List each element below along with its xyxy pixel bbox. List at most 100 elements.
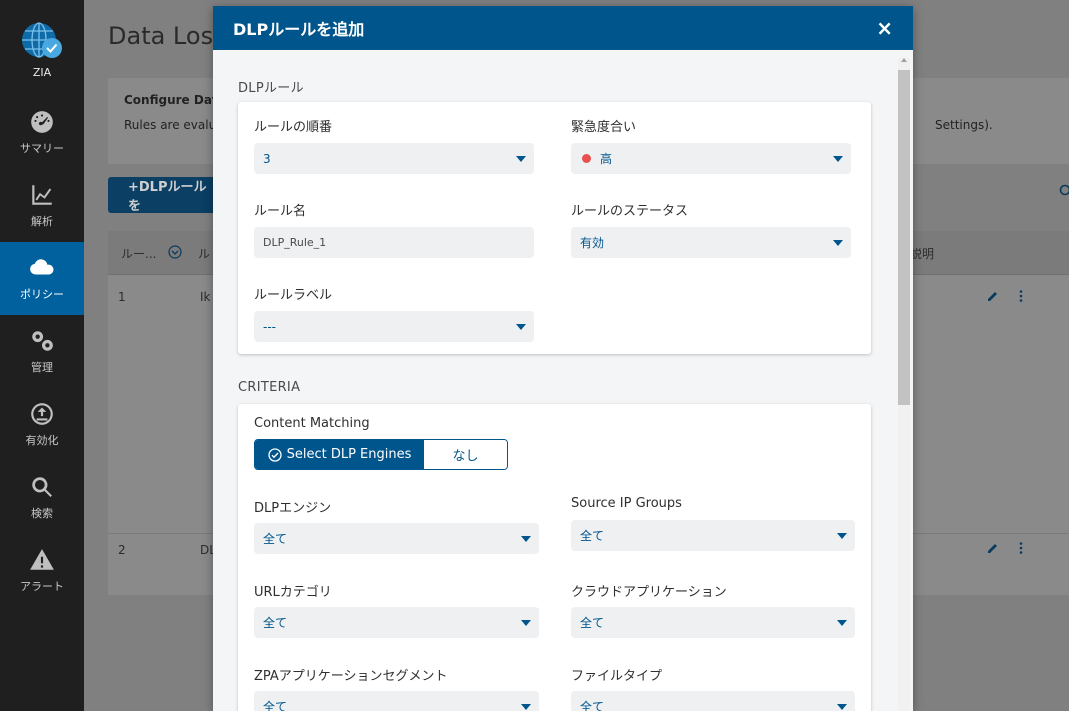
- row-number: 1: [118, 290, 126, 304]
- modal-body: DLPルール ルールの順番 3 緊急度合い 高 ルール名 DLP_Rule_1 …: [213, 50, 913, 711]
- info-text: Rules are evalu: [124, 118, 217, 132]
- url-category-select[interactable]: 全て: [254, 607, 539, 638]
- nav-item-summary[interactable]: サマリー: [0, 96, 84, 169]
- criteria-card: Content Matching Select DLP Engines なし D…: [238, 404, 871, 711]
- cloud-app-label: クラウドアプリケーション: [571, 585, 727, 600]
- modal-title: DLPルールを追加: [233, 20, 365, 39]
- logo-label: ZIA: [32, 65, 52, 79]
- nav-item-search[interactable]: 検索: [0, 461, 84, 534]
- zpa-segment-value: 全て: [263, 700, 288, 711]
- globe-check-icon: [22, 21, 62, 58]
- column-description[interactable]: 説明: [910, 245, 934, 262]
- add-dlp-rule-modal: DLPルールを追加 × DLPルール ルールの順番 3 緊急度合い 高 ルール名…: [213, 6, 913, 711]
- close-icon[interactable]: ×: [876, 16, 893, 40]
- caret-down-icon: [521, 620, 531, 626]
- rule-status-value: 有効: [580, 236, 605, 250]
- cloud-app-select[interactable]: 全て: [571, 607, 855, 638]
- warning-icon: [30, 549, 54, 570]
- rule-name-label: ルール名: [254, 204, 307, 219]
- scrollbar[interactable]: [898, 58, 910, 711]
- dlp-engine-select[interactable]: 全て: [254, 523, 539, 554]
- rule-order-label: ルールの順番: [254, 120, 333, 135]
- nav-label: 解析: [31, 215, 53, 228]
- nav-label: 検索: [31, 507, 53, 520]
- url-category-label: URLカテゴリ: [254, 585, 332, 600]
- severity-value: 高: [600, 152, 613, 166]
- more-icon[interactable]: [1014, 541, 1028, 555]
- caret-down-icon: [521, 704, 531, 710]
- scroll-up-icon[interactable]: [901, 58, 907, 62]
- dlp-engine-label: DLPエンジン: [254, 501, 332, 516]
- caret-down-icon: [837, 620, 847, 626]
- row-actions: [986, 541, 1028, 555]
- search-icon[interactable]: [1059, 184, 1069, 198]
- file-type-select[interactable]: 全て: [571, 691, 855, 711]
- upload-icon: [31, 403, 53, 425]
- none-option[interactable]: なし: [424, 440, 507, 469]
- caret-down-icon: [833, 156, 843, 162]
- zpa-segment-select[interactable]: 全て: [254, 691, 539, 711]
- severity-select[interactable]: 高: [571, 143, 851, 174]
- select-dlp-engines-option[interactable]: Select DLP Engines: [255, 440, 424, 469]
- section-title-dlp-rule: DLPルール: [238, 81, 304, 96]
- nav-label: アラート: [20, 580, 64, 593]
- file-type-label: ファイルタイプ: [571, 669, 663, 684]
- chart-icon: [32, 185, 52, 205]
- source-ip-groups-label: Source IP Groups: [571, 496, 682, 511]
- more-icon[interactable]: [1014, 289, 1028, 303]
- modal-header: DLPルールを追加 ×: [213, 6, 913, 50]
- rule-label-value: ---: [263, 319, 276, 334]
- source-ip-groups-select[interactable]: 全て: [571, 520, 855, 551]
- add-dlp-rule-button[interactable]: +DLPルールを: [108, 177, 218, 214]
- column-name[interactable]: ル: [198, 245, 210, 262]
- zia-logo[interactable]: ZIA: [0, 0, 84, 96]
- section-title-criteria: CRITERIA: [238, 380, 301, 395]
- nav-label: 有効化: [25, 434, 59, 447]
- rule-name-input[interactable]: DLP_Rule_1: [254, 227, 534, 258]
- url-category-value: 全て: [263, 616, 288, 630]
- zpa-segment-label: ZPAアプリケーションセグメント: [254, 669, 448, 684]
- row-name: Ik: [200, 290, 211, 304]
- nav-item-alerts[interactable]: アラート: [0, 534, 84, 607]
- severity-dot-icon: [582, 154, 591, 163]
- cloud-app-value: 全て: [580, 616, 605, 630]
- nav-label: 管理: [31, 361, 53, 374]
- nav-item-admin[interactable]: 管理: [0, 315, 84, 388]
- rule-name-value: DLP_Rule_1: [263, 236, 327, 249]
- chevron-down-icon[interactable]: [168, 245, 182, 259]
- content-matching-toggle: Select DLP Engines なし: [254, 439, 508, 470]
- file-type-value: 全て: [580, 700, 605, 711]
- gears-icon: [32, 331, 53, 351]
- nav-item-policy[interactable]: ポリシー: [0, 242, 84, 315]
- rule-label-select[interactable]: ---: [254, 311, 534, 342]
- caret-down-icon: [837, 704, 847, 710]
- nav-label: サマリー: [20, 142, 64, 155]
- scrollbar-thumb[interactable]: [898, 70, 910, 405]
- caret-down-icon: [516, 156, 526, 162]
- search-icon: [32, 477, 52, 497]
- edit-icon[interactable]: [986, 289, 1000, 303]
- caret-down-icon: [837, 533, 847, 539]
- source-ip-groups-value: 全て: [580, 529, 605, 543]
- content-matching-label: Content Matching: [254, 416, 370, 431]
- cloud-icon: [30, 259, 54, 275]
- info-title: Configure Dat: [124, 93, 218, 107]
- rule-order-select[interactable]: 3: [254, 143, 534, 174]
- nav-label: ポリシー: [20, 288, 64, 301]
- caret-down-icon: [833, 240, 843, 246]
- page-title: Data Loss: [108, 22, 226, 50]
- dlp-rule-card: ルールの順番 3 緊急度合い 高 ルール名 DLP_Rule_1 ルールのステー…: [238, 102, 871, 354]
- rule-status-label: ルールのステータス: [571, 204, 689, 219]
- nav-item-activation[interactable]: 有効化: [0, 388, 84, 461]
- caret-down-icon: [516, 324, 526, 330]
- row-number: 2: [118, 543, 126, 557]
- row-actions: [986, 289, 1028, 303]
- edit-icon[interactable]: [986, 541, 1000, 555]
- select-dlp-engines-label: Select DLP Engines: [286, 447, 412, 462]
- rule-order-value: 3: [263, 151, 271, 166]
- left-nav: ZIA サマリー 解析 ポリシー 管理 有効化 検索 アラート: [0, 0, 84, 711]
- caret-down-icon: [521, 536, 531, 542]
- column-order[interactable]: ルー...: [121, 245, 156, 262]
- rule-status-select[interactable]: 有効: [571, 227, 851, 258]
- nav-item-analytics[interactable]: 解析: [0, 169, 84, 242]
